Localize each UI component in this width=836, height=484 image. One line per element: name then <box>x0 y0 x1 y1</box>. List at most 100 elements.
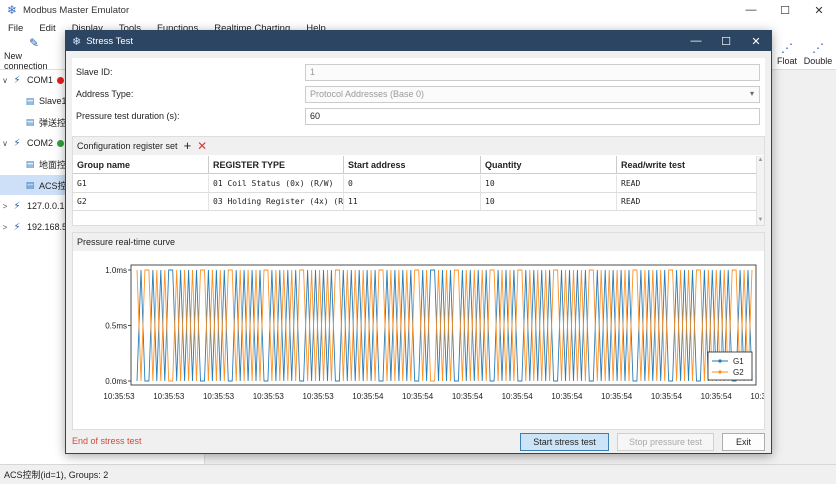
legend-marker <box>718 370 722 374</box>
dialog-maximize-button[interactable]: ☐ <box>711 31 741 51</box>
scroll-down-icon[interactable]: ▼ <box>757 216 764 225</box>
register-table-header: Group name REGISTER TYPE Start address Q… <box>73 156 756 174</box>
chevron-down-icon: ▾ <box>749 88 754 98</box>
column-header-register-type[interactable]: REGISTER TYPE <box>209 156 344 173</box>
status-text: ACS控制(id=1), Groups: 2 <box>4 470 109 480</box>
register-config-header: Configuration register set + ✕ <box>73 137 764 155</box>
table-scrollbar[interactable]: ▲ ▼ <box>756 156 764 225</box>
status-dot-red <box>57 76 65 84</box>
y-tick-label: 0.0ms <box>105 377 127 386</box>
tree-item-label: 192.168.5 <box>27 222 68 232</box>
float-button[interactable]: ⋰ Float <box>775 37 799 70</box>
table-cell: READ <box>621 179 641 188</box>
tree-item-label: COM1 <box>27 75 54 85</box>
database-icon: ▤ <box>25 116 35 127</box>
x-tick-label: 10:35:54 <box>651 392 683 401</box>
tree-item-label: 地面控 <box>39 159 67 170</box>
menu-edit[interactable]: Edit <box>31 23 63 34</box>
connection-icon: ⚡ <box>13 221 21 233</box>
float-label: Float <box>776 56 797 66</box>
address-type-value: Protocol Addresses (Base 0) <box>310 89 425 99</box>
status-dot-green <box>57 139 65 147</box>
status-bar: ACS控制(id=1), Groups: 2 <box>0 464 836 484</box>
table-cell: READ <box>621 197 641 206</box>
dialog-title: Stress Test <box>86 35 134 47</box>
table-cell: 11 <box>344 193 481 210</box>
pressure-chart: 1.0ms 0.5ms 0.0ms 10:35:53 10:35:53 10:35:53 1… <box>103 264 764 401</box>
database-icon: ▤ <box>25 158 35 169</box>
tree-item-label: 127.0.0.1: <box>27 201 68 211</box>
app-title: Modbus Master Emulator <box>23 4 130 16</box>
x-tick-label: 10:35:54 <box>701 392 733 401</box>
duration-input[interactable]: 60 <box>305 107 760 125</box>
start-stress-test-button[interactable]: Start stress test <box>520 433 609 451</box>
chart-title: Pressure real-time curve <box>77 237 176 247</box>
table-row[interactable]: G1 01 Coil Status (0x) (R/W) 0 10 READ <box>73 175 756 193</box>
dialog-titlebar: ❄ Stress Test — ☐ ✕ <box>66 31 771 51</box>
slave-id-input[interactable]: 1 <box>305 63 760 81</box>
app-snowflake-icon: ❄ <box>6 3 18 17</box>
tree-item-label: Slave1 <box>39 96 67 106</box>
table-cell: G1 <box>73 175 209 192</box>
address-type-select[interactable]: Protocol Addresses (Base 0) ▾ <box>305 85 760 103</box>
stop-pressure-test-button[interactable]: Stop pressure test <box>617 433 714 451</box>
dialog-close-button[interactable]: ✕ <box>741 31 771 51</box>
maximize-button[interactable]: ☐ <box>768 0 802 20</box>
x-tick-label: 10:35:54 <box>750 392 764 401</box>
x-tick-label: 10:35:53 <box>303 392 335 401</box>
column-header-quantity[interactable]: Quantity <box>481 156 617 173</box>
minimize-button[interactable]: — <box>734 0 768 20</box>
plug-icon: ✎ <box>28 36 40 50</box>
double-button[interactable]: ⋰ Double <box>802 37 834 70</box>
x-tick-label: 10:35:53 <box>253 392 285 401</box>
x-tick-label: 10:35:53 <box>203 392 235 401</box>
x-tick-label: 10:35:54 <box>352 392 384 401</box>
y-tick-label: 0.5ms <box>105 322 127 331</box>
close-button[interactable]: ✕ <box>802 0 836 20</box>
table-row[interactable]: G2 03 Holding Register (4x) (R 11 10 REA… <box>73 193 756 211</box>
delete-icon[interactable]: ✕ <box>197 140 207 152</box>
connection-icon: ⚡ <box>13 74 21 86</box>
float-chart-icon: ⋰ <box>781 41 793 55</box>
duration-row: Pressure test duration (s): 60 <box>72 105 765 127</box>
slave-id-row: Slave ID: 1 <box>72 61 765 83</box>
stress-test-status: End of stress test <box>72 436 142 446</box>
legend-marker <box>718 359 722 363</box>
collapse-icon[interactable]: ∨ <box>0 139 10 148</box>
column-header-start-address[interactable]: Start address <box>344 156 481 173</box>
exit-button[interactable]: Exit <box>722 433 765 451</box>
tree-item-label: ACS控 <box>39 180 67 191</box>
add-icon[interactable]: + <box>184 139 192 152</box>
dialog-snowflake-icon: ❄ <box>72 35 82 48</box>
expand-icon[interactable]: > <box>0 202 10 211</box>
collapse-icon[interactable]: ∨ <box>0 76 10 85</box>
y-tick-label: 1.0ms <box>105 266 127 275</box>
table-cell: 10 <box>481 175 617 192</box>
expand-icon[interactable]: > <box>0 223 10 232</box>
pressure-chart-panel: Pressure real-time curve 1.0ms 0.5ms 0.0ms… <box>72 232 765 430</box>
tree-item-label: 弹送控 <box>39 117 67 128</box>
scroll-up-icon[interactable]: ▲ <box>757 156 764 165</box>
chart-header: Pressure real-time curve <box>73 233 764 251</box>
double-chart-icon: ⋰ <box>812 41 824 55</box>
table-cell: G2 <box>73 193 209 210</box>
legend-box <box>707 351 753 381</box>
x-tick-label: 10:35:54 <box>601 392 633 401</box>
column-header-read-write-test[interactable]: Read/write test <box>617 156 756 173</box>
double-label: Double <box>803 56 833 66</box>
dialog-minimize-button[interactable]: — <box>681 31 711 51</box>
stress-test-dialog: ❄ Stress Test — ☐ ✕ Slave ID: 1 Address … <box>65 30 772 454</box>
slave-id-label: Slave ID: <box>76 67 113 77</box>
register-config-panel: Configuration register set + ✕ Group nam… <box>72 136 765 226</box>
connection-icon: ⚡ <box>13 200 21 212</box>
menu-file[interactable]: File <box>0 23 31 34</box>
register-config-title: Configuration register set <box>77 141 178 151</box>
x-tick-label: 10:35:53 <box>153 392 185 401</box>
x-tick-label: 10:35:54 <box>502 392 534 401</box>
main-titlebar: ❄ Modbus Master Emulator — ☐ ✕ <box>0 0 836 20</box>
column-header-group-name[interactable]: Group name <box>73 156 209 173</box>
table-cell: 10 <box>481 193 617 210</box>
legend-label: G1 <box>733 357 744 366</box>
new-connection-button[interactable]: ✎ New connection <box>4 36 64 71</box>
table-cell: 0 <box>344 175 481 192</box>
